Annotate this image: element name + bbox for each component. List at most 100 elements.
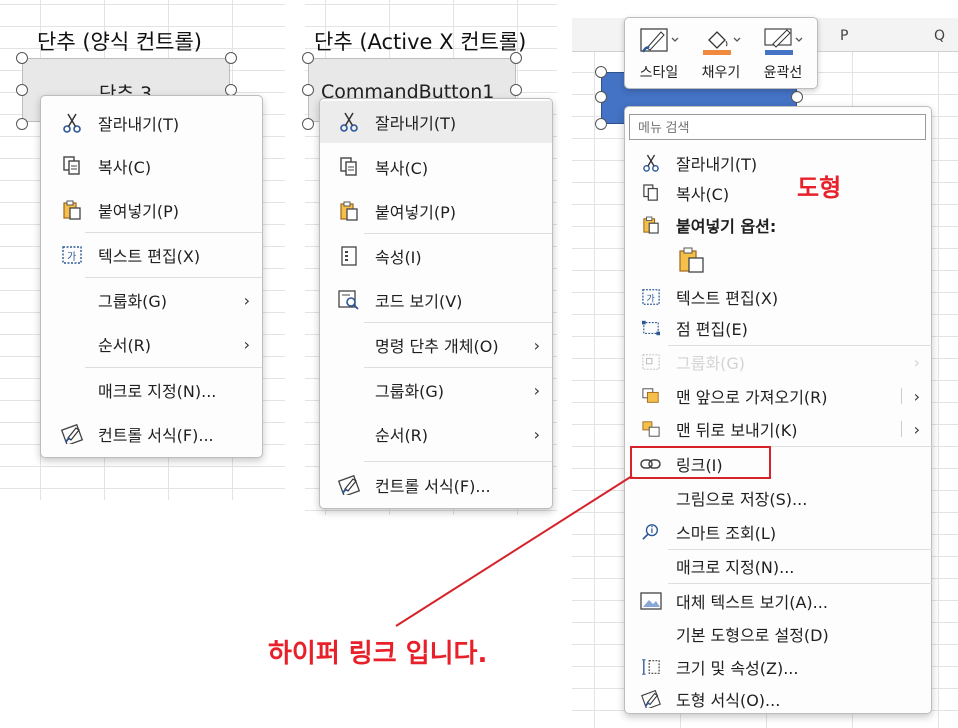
send-back-icon — [640, 418, 662, 440]
menu-item-edit-text[interactable]: 가 텍스트 편집(X) — [624, 282, 932, 312]
activex-control-context-menu: 잘라내기(T) 복사(C) 붙여넣기(P) 속성(I) 코드 보기(V) 명령 … — [319, 98, 553, 509]
scissors-icon — [338, 111, 360, 133]
resize-handle[interactable] — [510, 52, 522, 64]
format-brush-icon — [640, 688, 662, 710]
menu-item-cut[interactable]: 잘라내기(T) — [320, 101, 552, 143]
resize-handle[interactable] — [595, 66, 607, 78]
chevron-right-icon[interactable]: › — [914, 387, 920, 406]
menu-item-format-control[interactable]: 컨트롤 서식(F)... — [41, 412, 262, 456]
menu-item-send-to-back[interactable]: 맨 뒤로 보내기(K) › — [624, 413, 932, 445]
svg-text:가: 가 — [647, 294, 655, 305]
resize-handle[interactable] — [302, 118, 314, 130]
form-control-title: 단추 (양식 컨트롤) — [37, 30, 202, 54]
link-highlight-box — [630, 446, 771, 479]
menu-item-group[interactable]: 그룹화(G) › — [320, 368, 552, 412]
chevron-right-icon: › — [533, 380, 540, 400]
shape-annotation-label: 도형 — [797, 174, 842, 202]
paste-icon — [676, 245, 708, 275]
paste-icon — [338, 200, 360, 222]
copy-icon — [61, 155, 83, 177]
group-icon — [640, 351, 662, 373]
chevron-right-icon: › — [533, 335, 540, 355]
menu-item-alt-text[interactable]: 대체 텍스트 보기(A)... — [624, 585, 932, 617]
shape-context-menu-items: 잘라내기(T) 복사(C) 붙여넣기 옵션: 가 텍스트 편집(X) 점 편집(… — [624, 106, 932, 714]
menu-item-assign-macro[interactable]: 매크로 지정(N)... — [41, 368, 262, 412]
edit-points-icon — [640, 317, 662, 339]
menu-item-order[interactable]: 순서(R) › — [320, 412, 552, 456]
properties-icon — [338, 245, 360, 267]
chevron-right-icon: › — [243, 290, 250, 310]
alt-text-icon — [640, 590, 662, 612]
menu-item-format-control[interactable]: 컨트롤 서식(F)... — [320, 463, 552, 507]
menu-item-edit-points[interactable]: 점 편집(E) — [624, 313, 932, 343]
chevron-right-icon[interactable]: › — [914, 420, 920, 439]
paste-icon — [640, 214, 662, 236]
chevron-right-icon: › — [533, 424, 540, 444]
resize-handle[interactable] — [302, 52, 314, 64]
activex-control-title: 단추 (Active X 컨트롤) — [314, 30, 527, 54]
split-divider — [901, 388, 902, 404]
resize-handle[interactable] — [16, 84, 28, 96]
resize-handle[interactable] — [16, 118, 28, 130]
svg-text:가: 가 — [67, 251, 76, 263]
outline-button[interactable]: 윤곽선 — [753, 24, 813, 84]
format-brush-icon — [338, 474, 360, 496]
menu-item-view-code[interactable]: 코드 보기(V) — [320, 278, 552, 322]
resize-handle[interactable] — [16, 52, 28, 64]
menu-separator — [364, 461, 552, 462]
fill-bucket-icon — [699, 26, 743, 56]
menu-item-order[interactable]: 순서(R) › — [41, 322, 262, 366]
style-brush-icon — [637, 26, 681, 56]
menu-item-copy[interactable]: 복사(C) — [320, 145, 552, 189]
resize-handle[interactable] — [595, 118, 607, 130]
split-divider — [901, 421, 902, 437]
menu-item-format-shape[interactable]: 도형 서식(O)... — [624, 684, 932, 714]
hyperlink-annotation-label: 하이퍼 링크 입니다. — [268, 639, 488, 669]
bring-front-icon — [640, 385, 662, 407]
resize-handle[interactable] — [791, 91, 803, 103]
menu-item-assign-macro[interactable]: 매크로 지정(N)... — [624, 550, 932, 582]
smart-lookup-icon — [640, 521, 662, 543]
menu-item-paste[interactable]: 붙여넣기(P) — [320, 189, 552, 233]
column-letter-p: P — [840, 28, 849, 44]
paste-icon — [61, 199, 83, 221]
menu-item-properties[interactable]: 속성(I) — [320, 234, 552, 278]
text-edit-icon: 가 — [640, 286, 662, 308]
view-code-icon — [338, 289, 360, 311]
resize-handle[interactable] — [595, 91, 607, 103]
style-button[interactable]: 스타일 — [629, 24, 689, 84]
menu-item-save-as-picture[interactable]: 그림으로 저장(S)... — [624, 482, 932, 514]
menu-item-paste[interactable]: 붙여넣기(P) — [41, 188, 262, 232]
resize-handle[interactable] — [302, 84, 314, 96]
resize-handle[interactable] — [510, 84, 522, 96]
menu-item-cut[interactable]: 잘라내기(T) — [624, 148, 932, 178]
column-letter-q: Q — [934, 28, 946, 44]
format-brush-icon — [61, 423, 83, 445]
paste-option-button[interactable] — [624, 242, 932, 278]
size-properties-icon — [640, 656, 662, 678]
menu-item-group: 그룹화(G) › — [624, 346, 932, 378]
form-control-context-menu: 잘라내기(T) 복사(C) 붙여넣기(P) 가 텍스트 편집(X) 그룹화(G)… — [40, 95, 263, 458]
menu-item-edit-text[interactable]: 가 텍스트 편집(X) — [41, 233, 262, 277]
menu-item-size-properties[interactable]: 크기 및 속성(Z)... — [624, 651, 932, 683]
copy-icon — [640, 182, 662, 204]
menu-item-cut[interactable]: 잘라내기(T) — [41, 102, 262, 144]
menu-item-group[interactable]: 그룹화(G) › — [41, 278, 262, 322]
chevron-right-icon: › — [913, 352, 920, 372]
menu-item-bring-to-front[interactable]: 맨 앞으로 가져오기(R) › — [624, 380, 932, 412]
scissors-icon — [61, 112, 83, 134]
outline-pen-icon — [761, 26, 805, 56]
menu-separator — [668, 583, 932, 584]
menu-item-paste-options: 붙여넣기 옵션: — [624, 210, 932, 240]
menu-item-smart-lookup[interactable]: 스마트 조회(L) — [624, 516, 932, 548]
menu-item-copy[interactable]: 복사(C) — [624, 178, 932, 208]
copy-icon — [338, 156, 360, 178]
resize-handle[interactable] — [225, 52, 237, 64]
fill-button[interactable]: 채우기 — [691, 24, 751, 84]
chevron-right-icon: › — [243, 334, 250, 354]
menu-item-command-button-object[interactable]: 명령 단추 개체(O) › — [320, 323, 552, 367]
scissors-icon — [640, 152, 662, 174]
menu-item-copy[interactable]: 복사(C) — [41, 144, 262, 188]
mini-toolbar: 스타일 채우기 윤곽선 — [624, 17, 818, 89]
menu-item-set-default-shape[interactable]: 기본 도형으로 설정(D) — [624, 618, 932, 650]
